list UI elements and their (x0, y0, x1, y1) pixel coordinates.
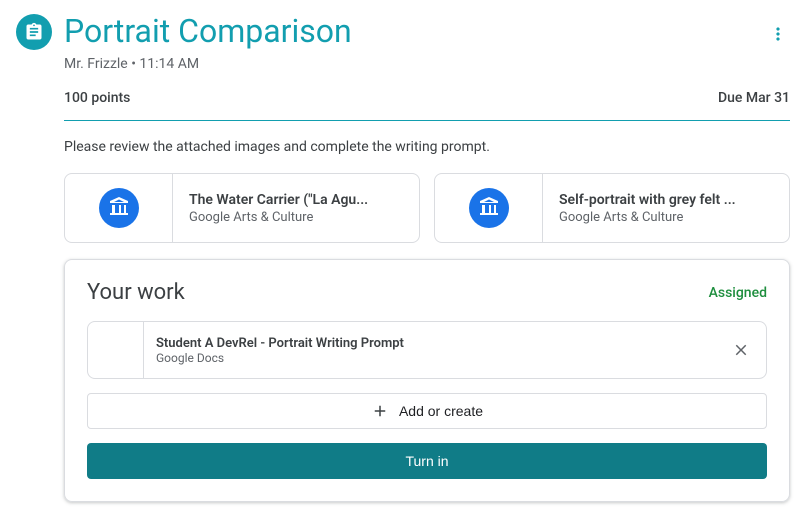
your-work-card: Your work Assigned Student A DevRel - Po… (64, 259, 790, 502)
attachment-source: Google Arts & Culture (189, 210, 403, 225)
attachment-thumbnail (65, 174, 173, 242)
work-file-title: Student A DevRel - Portrait Writing Prom… (156, 336, 704, 351)
work-file-item[interactable]: Student A DevRel - Portrait Writing Prom… (87, 321, 767, 379)
teacher-name: Mr. Frizzle (64, 56, 128, 72)
assignment-description: Please review the attached images and co… (64, 139, 790, 155)
attachment-card[interactable]: Self-portrait with grey felt ... Google … (434, 173, 790, 243)
attachment-title: The Water Carrier ("La Agu... (189, 192, 403, 208)
arts-culture-icon (469, 188, 509, 228)
attachment-source: Google Arts & Culture (559, 210, 773, 225)
your-work-heading: Your work (87, 280, 185, 305)
points-label: 100 points (64, 90, 130, 106)
more-options-button[interactable] (760, 16, 796, 52)
close-icon (732, 341, 750, 359)
work-file-thumbnail (88, 322, 144, 378)
post-time: 11:14 AM (139, 56, 199, 72)
add-button-label: Add or create (399, 403, 483, 419)
more-vert-icon (768, 24, 788, 44)
remove-file-button[interactable] (716, 329, 766, 371)
arts-culture-icon (99, 188, 139, 228)
due-date: Due Mar 31 (718, 90, 790, 106)
assignment-title: Portrait Comparison (64, 12, 352, 50)
attachment-title: Self-portrait with grey felt ... (559, 192, 773, 208)
attachment-thumbnail (435, 174, 543, 242)
assignment-icon (16, 14, 52, 50)
turn-in-button[interactable]: Turn in (87, 443, 767, 479)
plus-icon (371, 402, 389, 420)
assignment-status: Assigned (709, 285, 767, 301)
attachment-card[interactable]: The Water Carrier ("La Agu... Google Art… (64, 173, 420, 243)
assignment-meta: Mr. Frizzle • 11:14 AM (64, 56, 790, 72)
add-or-create-button[interactable]: Add or create (87, 393, 767, 429)
work-file-source: Google Docs (156, 351, 704, 365)
